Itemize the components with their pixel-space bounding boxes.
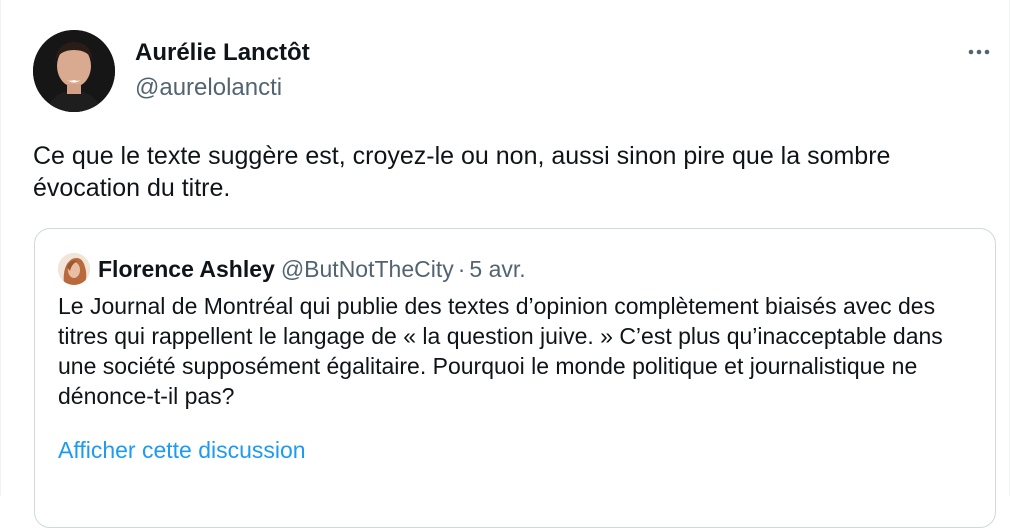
- more-icon[interactable]: [959, 37, 999, 67]
- tweet-card: Aurélie Lanctôt @aurelolancti Ce que le …: [0, 0, 1010, 528]
- quoted-header: Florence Ashley @ButNotTheCity · 5 avr.: [98, 254, 526, 284]
- author-avatar[interactable]: [33, 30, 115, 112]
- quoted-avatar[interactable]: [58, 253, 90, 285]
- quoted-separator: ·: [457, 256, 466, 282]
- quoted-name[interactable]: Florence Ashley: [98, 256, 275, 282]
- quoted-handle[interactable]: @ButNotTheCity: [281, 256, 454, 282]
- author-handle[interactable]: @aurelolancti: [135, 73, 282, 103]
- quoted-text: Le Journal de Montréal qui publie des te…: [58, 293, 943, 409]
- quoted-avatar-image: [58, 253, 90, 285]
- author-name[interactable]: Aurélie Lanctôt: [135, 38, 310, 68]
- quoted-date[interactable]: 5 avr.: [469, 256, 525, 282]
- show-thread-link[interactable]: Afficher cette discussion: [58, 435, 306, 465]
- quoted-tweet[interactable]: Florence Ashley @ButNotTheCity · 5 avr. Le …: [34, 228, 996, 528]
- author-avatar-image: [33, 30, 115, 112]
- tweet-text: Ce que le texte suggère est, croyez-le o…: [33, 142, 891, 202]
